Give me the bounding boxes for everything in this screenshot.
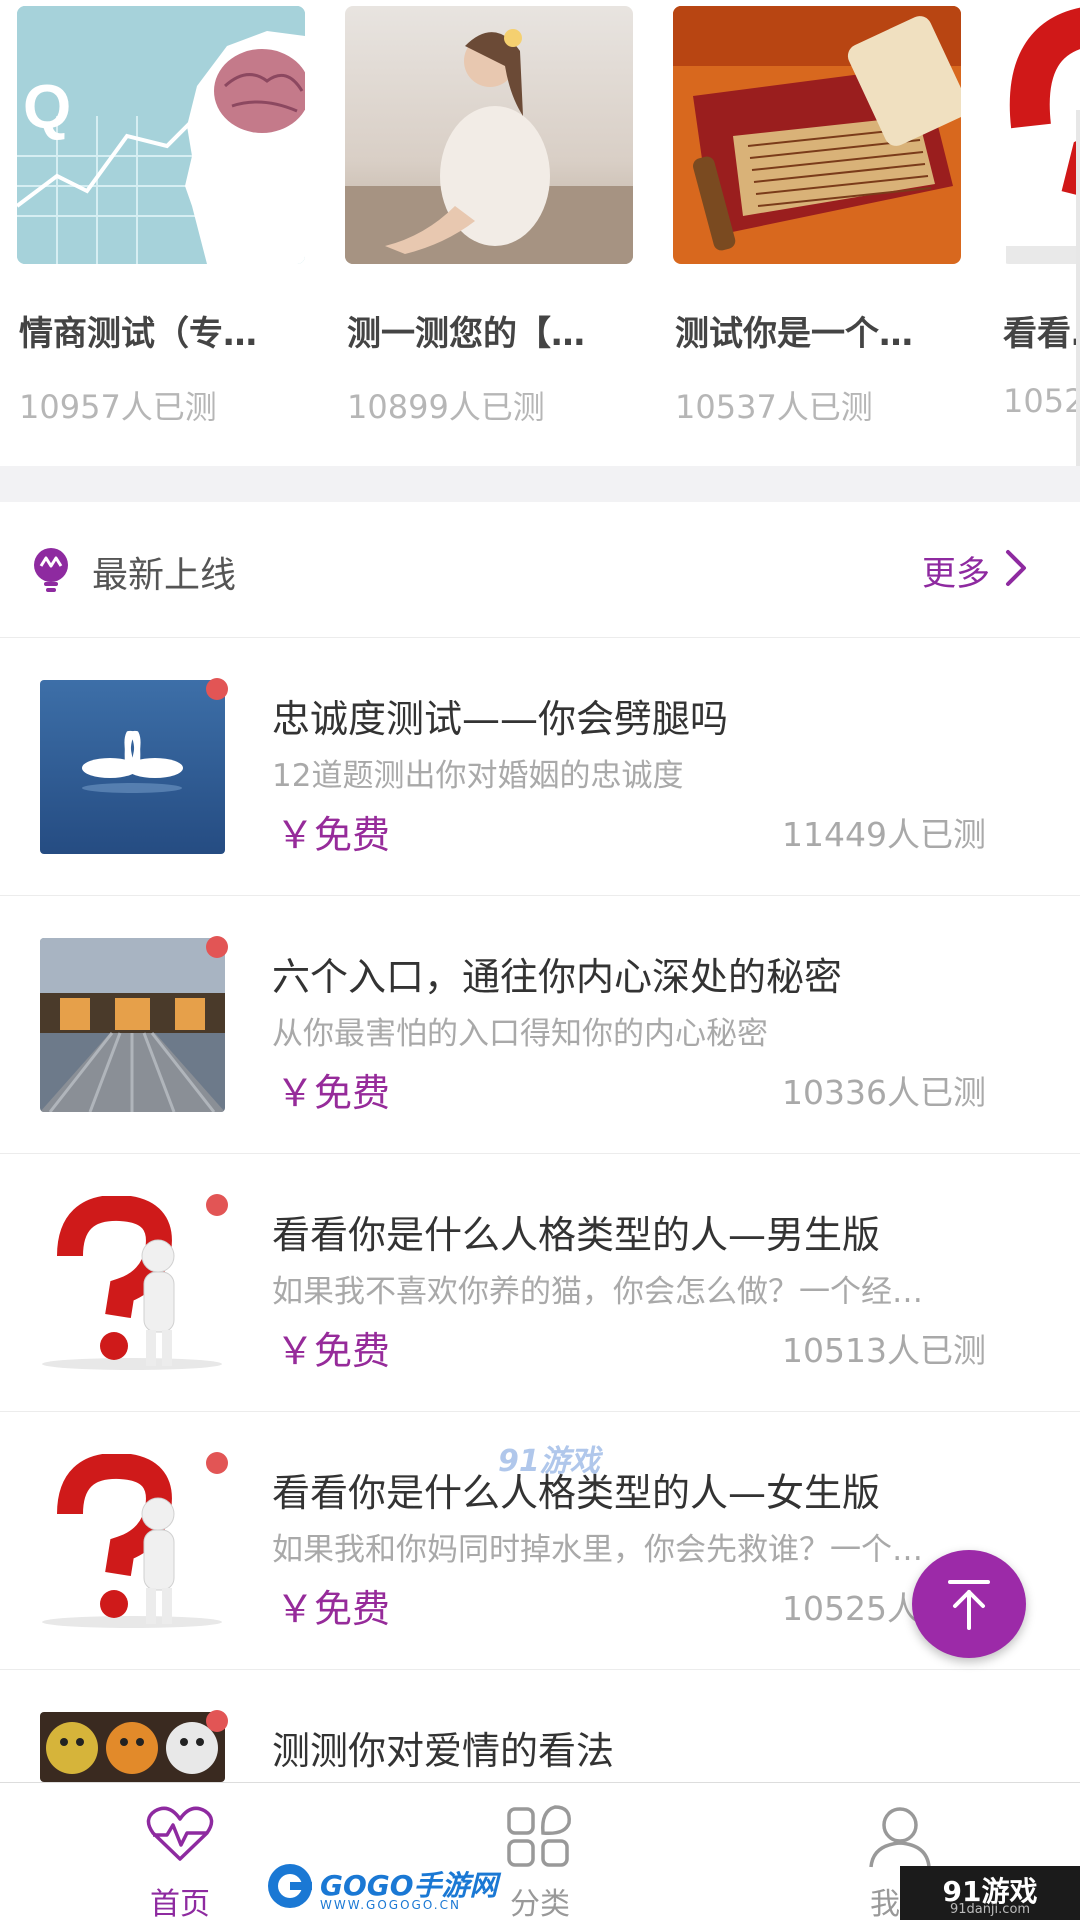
item-description: 如果我不喜欢你养的猫，你会怎么做？一个经…	[272, 1274, 923, 1310]
nav-home[interactable]: 首页	[80, 1783, 280, 1920]
more-link[interactable]: 更多	[922, 546, 990, 595]
category-grid-icon	[507, 1805, 571, 1867]
91-watermark-url: 91danji.com	[949, 1902, 1031, 1917]
91-watermark: 91游戏 91danji.com	[900, 1866, 1080, 1920]
list-item[interactable]: 六个入口，通往你内心深处的秘密 从你最害怕的入口得知你的内心秘密 ￥免费 103…	[0, 896, 1080, 1154]
item-price: ￥免费	[276, 1587, 391, 1631]
new-badge	[206, 1710, 228, 1732]
user-icon	[869, 1807, 931, 1868]
item-description: 12道题测出你对婚姻的忠诚度	[272, 758, 684, 794]
section-header: 最新上线 更多	[0, 502, 1080, 638]
item-image-masks	[40, 1712, 225, 1782]
nav-home-label: 首页	[150, 1887, 210, 1920]
item-count: 10336人已测	[782, 1073, 986, 1112]
featured-card[interactable]: 看看… 1052…	[1001, 6, 1080, 420]
list-item[interactable]: 测测你对爱情的看法	[0, 1670, 1080, 1782]
card-title: 看看…	[1003, 314, 1080, 354]
back-to-top-button[interactable]	[912, 1550, 1026, 1658]
card-image-ancient-scroll	[673, 6, 961, 264]
svg-text:Q: Q	[23, 73, 71, 142]
item-title: 测测你对爱情的看法	[272, 1729, 615, 1773]
item-image-gates	[40, 938, 225, 1112]
new-badge	[206, 936, 228, 958]
watermark-91: 91游戏	[498, 1444, 600, 1479]
card-title: 测一测您的【…	[347, 314, 585, 354]
gogo-watermark-url: WWW.GOGOGO.CN	[320, 1898, 461, 1912]
scroll-indicator	[1076, 110, 1080, 466]
gogo-logo-icon	[268, 1864, 312, 1908]
arrow-up-icon	[948, 1580, 990, 1630]
heart-pulse-icon	[146, 1806, 214, 1861]
item-price: ￥免费	[276, 1329, 391, 1373]
item-image-swans	[40, 680, 225, 854]
item-count: 10513人已测	[782, 1331, 986, 1370]
card-image-eq-brain: Q	[17, 6, 305, 264]
new-badge	[206, 1452, 228, 1474]
featured-card[interactable]: 测一测您的【… 10899人已测	[345, 6, 633, 426]
featured-carousel[interactable]: Q 情商测试（专… 10957人已测 测一测您的【… 10899人已测 测试你是…	[0, 0, 1080, 466]
chevron-right-icon[interactable]	[1000, 548, 1030, 588]
list-item[interactable]: 忠诚度测试——你会劈腿吗 12道题测出你对婚姻的忠诚度 ￥免费 11449人已测	[0, 638, 1080, 896]
lightbulb-icon	[34, 548, 68, 592]
item-title: 六个入口，通往你内心深处的秘密	[272, 955, 843, 999]
item-price: ￥免费	[276, 813, 391, 857]
new-badge	[206, 678, 228, 700]
card-count: 10957人已测	[19, 388, 217, 426]
item-title: 看看你是什么人格类型的人—男生版	[272, 1213, 881, 1257]
item-description: 从你最害怕的入口得知你的内心秘密	[272, 1016, 768, 1052]
item-image-question-mark	[40, 1454, 225, 1628]
new-badge	[206, 1194, 228, 1216]
card-title: 测试你是一个…	[675, 314, 913, 354]
item-title: 忠诚度测试——你会劈腿吗	[272, 697, 729, 741]
card-count: 10537人已测	[675, 388, 873, 426]
item-price: ￥免费	[276, 1071, 391, 1115]
card-image-woman-beach	[345, 6, 633, 264]
card-title: 情商测试（专…	[19, 314, 257, 354]
card-count: 1052…	[1003, 382, 1080, 420]
card-image-question-mark	[1001, 6, 1080, 264]
gogo-watermark: GOGO手游网 WWW.GOGOGO.CN	[264, 1860, 498, 1916]
card-count: 10899人已测	[347, 388, 545, 426]
item-image-question-mark	[40, 1196, 225, 1370]
item-description: 如果我和你妈同时掉水里，你会先救谁？一个…	[272, 1532, 923, 1568]
list-item[interactable]: 看看你是什么人格类型的人—男生版 如果我不喜欢你养的猫，你会怎么做？一个经… ￥…	[0, 1154, 1080, 1412]
section-divider	[0, 466, 1080, 502]
featured-card[interactable]: Q 情商测试（专… 10957人已测	[17, 6, 305, 426]
featured-card[interactable]: 测试你是一个… 10537人已测	[673, 6, 961, 426]
section-title: 最新上线	[92, 555, 237, 596]
item-count: 11449人已测	[782, 815, 986, 854]
